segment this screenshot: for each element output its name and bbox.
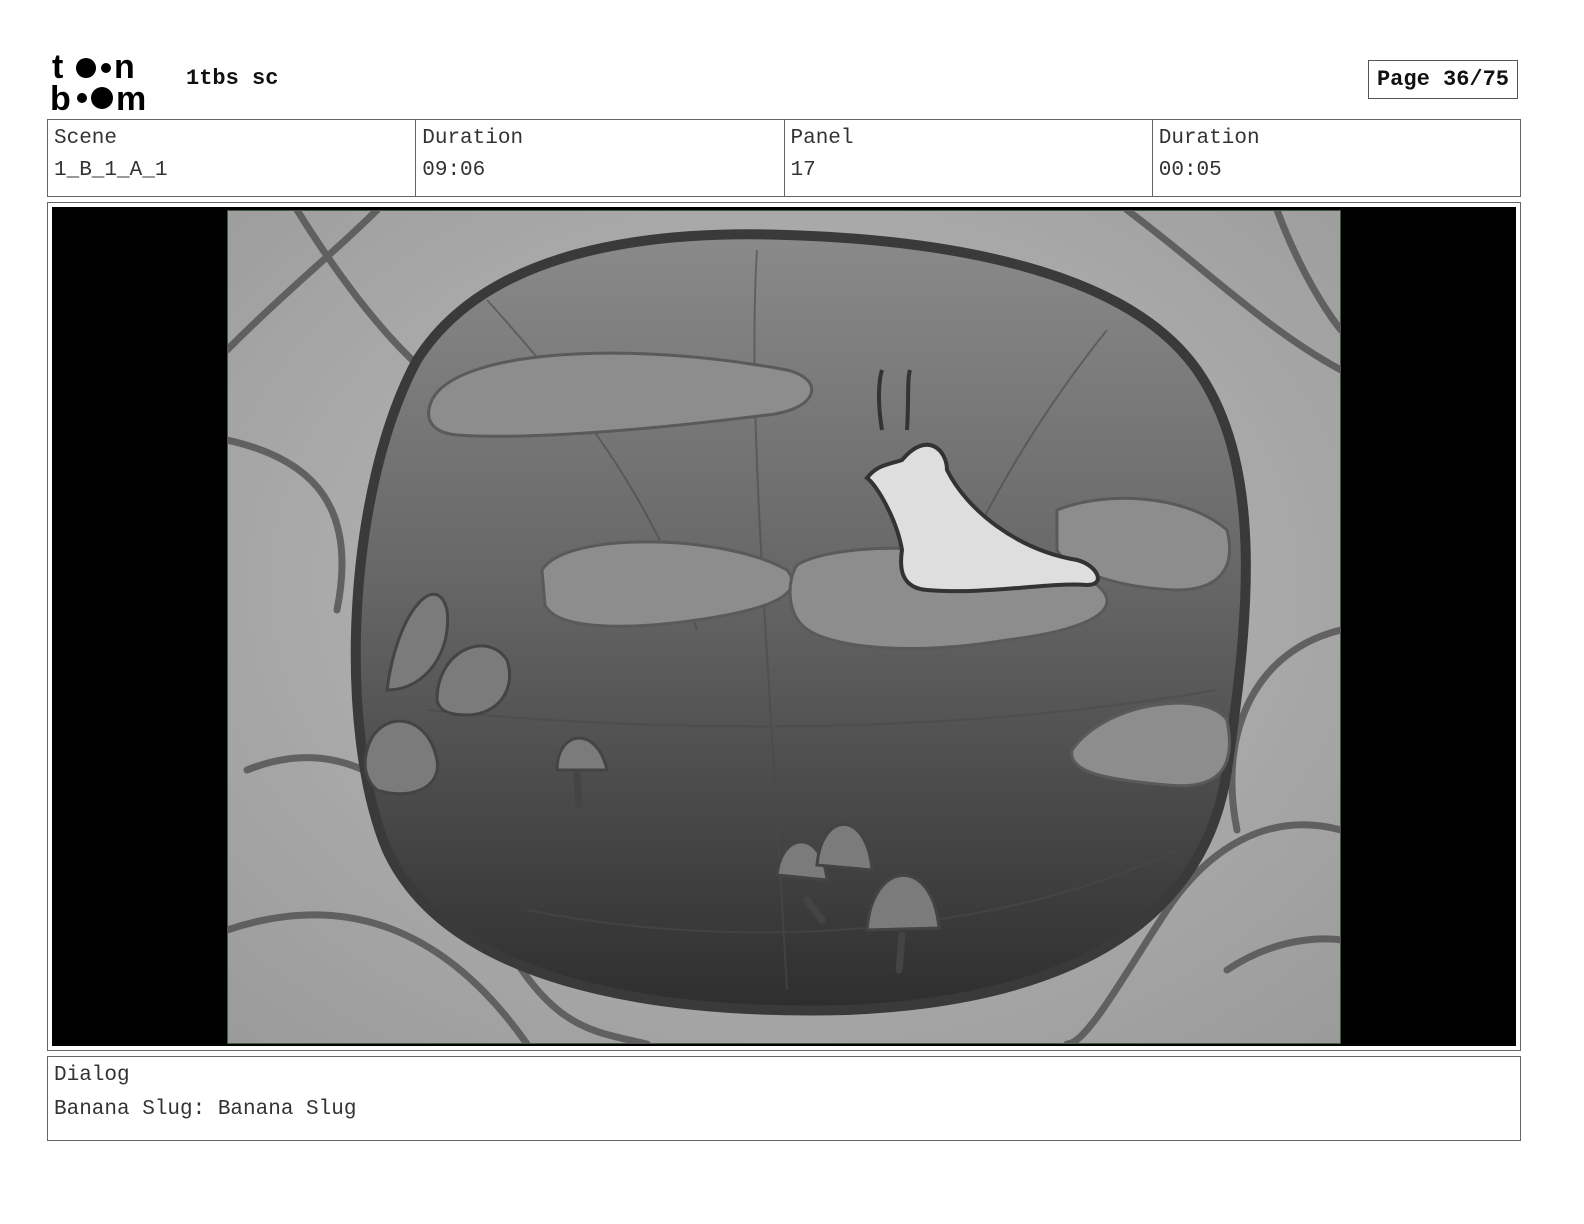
scene-duration-cell: Duration 09:06 [415, 120, 783, 196]
panel-duration-label: Duration [1158, 127, 1260, 150]
page-indicator: Page 36/75 [1368, 60, 1518, 99]
scene-value: 1_B_1_A_1 [54, 159, 168, 182]
scene-duration-value: 09:06 [422, 159, 486, 182]
panel-duration-cell: Duration 00:05 [1151, 120, 1520, 196]
info-table: Scene 1_B_1_A_1 Duration 09:06 Panel 17 … [47, 119, 1521, 197]
svg-text:b: b [50, 80, 71, 114]
dialog-label: Dialog [54, 1064, 130, 1087]
panel-label: Panel [790, 127, 854, 150]
panel-frame [47, 202, 1521, 1051]
scene-label: Scene [54, 127, 118, 150]
dialog-box: Dialog Banana Slug: Banana Slug [47, 1056, 1521, 1141]
scene-cell: Scene 1_B_1_A_1 [48, 120, 415, 196]
panel-value: 17 [790, 159, 816, 182]
project-title: 1tbs sc [186, 66, 279, 91]
svg-text:m: m [116, 80, 146, 114]
panel-letterbox [52, 207, 1516, 1046]
scene-duration-label: Duration [422, 127, 524, 150]
dialog-text: Banana Slug: Banana Slug [54, 1098, 357, 1121]
panel-cell: Panel 17 [783, 120, 1152, 196]
storyboard-drawing [227, 210, 1341, 1044]
toon-boom-logo: t n b m [50, 50, 146, 114]
panel-duration-value: 00:05 [1158, 159, 1222, 182]
